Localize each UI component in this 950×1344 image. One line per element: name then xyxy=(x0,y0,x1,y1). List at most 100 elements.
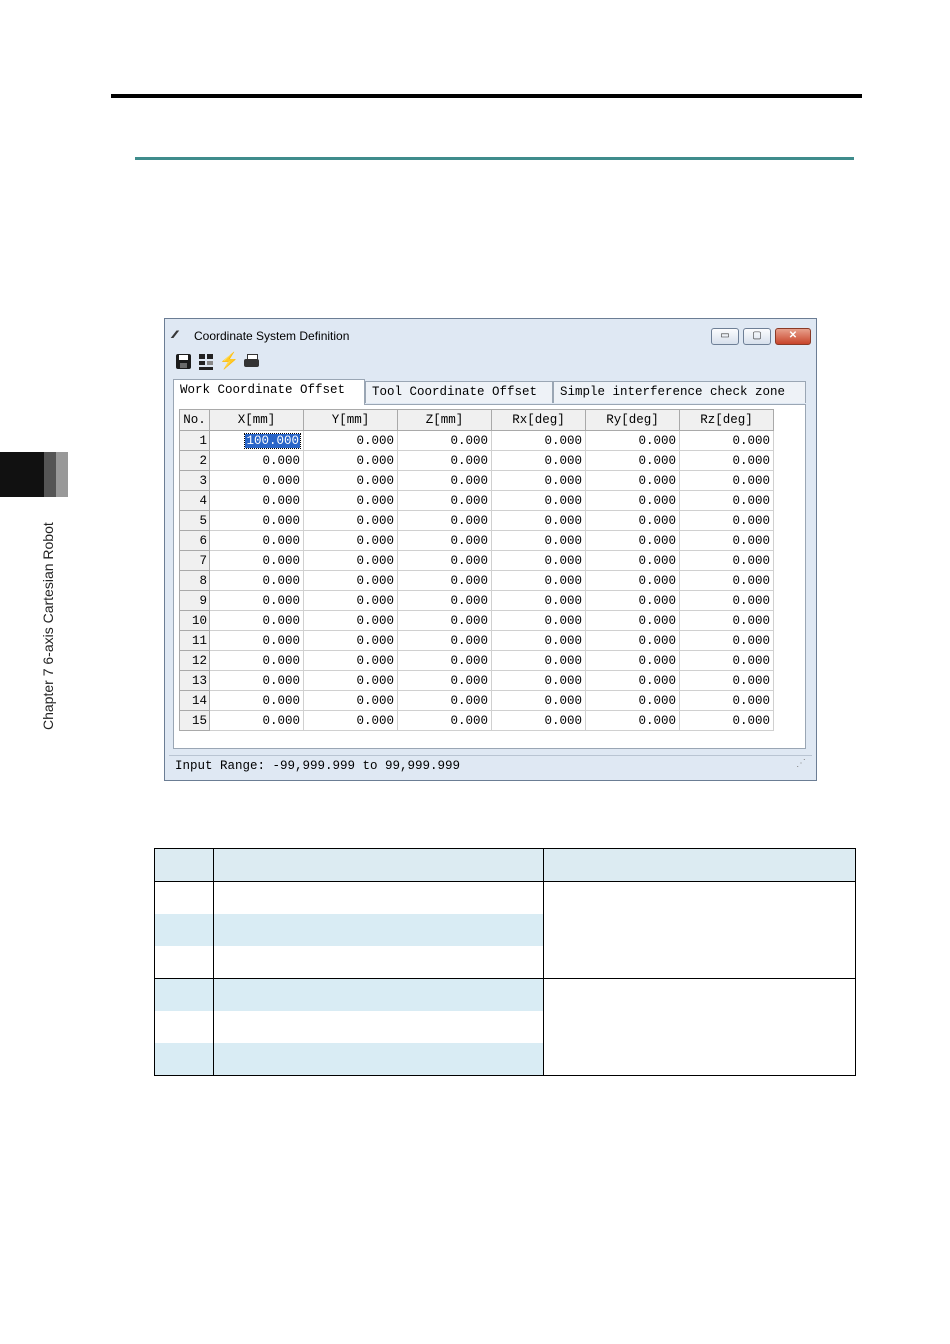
table-row[interactable]: 15 0.000 0.000 0.000 0.000 0.000 0.000 xyxy=(179,710,774,731)
grid-cell[interactable]: 0.000 xyxy=(209,690,304,711)
row-number[interactable]: 14 xyxy=(179,690,210,711)
save-icon[interactable] xyxy=(175,353,193,371)
grid-cell[interactable]: 0.000 xyxy=(491,690,586,711)
grid-cell[interactable]: 0.000 xyxy=(679,590,774,611)
row-number[interactable]: 12 xyxy=(179,650,210,671)
close-button[interactable]: ✕ xyxy=(775,328,811,345)
lightning-icon[interactable]: ⚡ xyxy=(219,353,239,371)
tab-work-coordinate-offset[interactable]: Work Coordinate Offset xyxy=(173,379,365,405)
grid-cell[interactable]: 0.000 xyxy=(491,670,586,691)
grid-cell[interactable]: 0.000 xyxy=(491,490,586,511)
grid-cell[interactable]: 0.000 xyxy=(303,430,398,451)
title-bar[interactable]: ⁄⁄⁄ Coordinate System Definition ▭ ▢ ✕ xyxy=(165,319,816,349)
grid-cell[interactable]: 0.000 xyxy=(491,430,586,451)
grid-cell[interactable]: 0.000 xyxy=(303,450,398,471)
row-number[interactable]: 6 xyxy=(179,530,210,551)
grid-cell[interactable]: 0.000 xyxy=(679,470,774,491)
grid-cell[interactable]: 0.000 xyxy=(209,550,304,571)
grid-cell[interactable]: 0.000 xyxy=(303,470,398,491)
table-row[interactable]: 3 0.000 0.000 0.000 0.000 0.000 0.000 xyxy=(179,470,774,491)
grid-cell[interactable]: 0.000 xyxy=(491,710,586,731)
table-row[interactable]: 10 0.000 0.000 0.000 0.000 0.000 0.000 xyxy=(179,610,774,631)
grid-cell[interactable]: 0.000 xyxy=(209,570,304,591)
grid-cell[interactable]: 0.000 xyxy=(679,610,774,631)
grid-cell[interactable]: 0.000 xyxy=(209,630,304,651)
grid-cell[interactable]: 0.000 xyxy=(303,690,398,711)
row-number[interactable]: 8 xyxy=(179,570,210,591)
grid-cell[interactable]: 0.000 xyxy=(303,490,398,511)
grid-cell[interactable]: 0.000 xyxy=(491,570,586,591)
row-number[interactable]: 13 xyxy=(179,670,210,691)
grid-cell[interactable]: 0.000 xyxy=(397,650,492,671)
row-number[interactable]: 2 xyxy=(179,450,210,471)
grid-cell[interactable]: 0.000 xyxy=(303,530,398,551)
grid-cell[interactable]: 0.000 xyxy=(397,590,492,611)
grid-cell[interactable]: 0.000 xyxy=(209,490,304,511)
grid-cell[interactable]: 0.000 xyxy=(303,630,398,651)
grid-cell[interactable]: 0.000 xyxy=(491,650,586,671)
table-row[interactable]: 1 100.000 0.000 0.000 0.000 0.000 0.000 xyxy=(179,430,774,451)
grid-cell[interactable]: 0.000 xyxy=(679,670,774,691)
grid-cell[interactable]: 0.000 xyxy=(303,510,398,531)
grid-cell[interactable]: 0.000 xyxy=(679,530,774,551)
grid-cell[interactable]: 0.000 xyxy=(209,650,304,671)
row-number[interactable]: 15 xyxy=(179,710,210,731)
table-row[interactable]: 5 0.000 0.000 0.000 0.000 0.000 0.000 xyxy=(179,510,774,531)
grid-cell[interactable]: 0.000 xyxy=(209,450,304,471)
grid-cell[interactable]: 0.000 xyxy=(491,450,586,471)
grid-export-icon[interactable] xyxy=(197,353,215,371)
grid-cell[interactable]: 0.000 xyxy=(397,610,492,631)
grid-cell[interactable]: 0.000 xyxy=(209,530,304,551)
grid-cell[interactable]: 0.000 xyxy=(209,510,304,531)
print-icon[interactable] xyxy=(243,353,261,371)
table-row[interactable]: 2 0.000 0.000 0.000 0.000 0.000 0.000 xyxy=(179,450,774,471)
grid-cell[interactable]: 0.000 xyxy=(209,670,304,691)
grid-cell[interactable]: 0.000 xyxy=(585,670,680,691)
grid-cell[interactable]: 0.000 xyxy=(679,490,774,511)
resize-grip-icon[interactable]: ⋰ xyxy=(796,755,806,775)
grid-cell[interactable]: 0.000 xyxy=(397,510,492,531)
row-number[interactable]: 3 xyxy=(179,470,210,491)
table-row[interactable]: 8 0.000 0.000 0.000 0.000 0.000 0.000 xyxy=(179,570,774,591)
grid-cell[interactable]: 0.000 xyxy=(585,630,680,651)
grid-cell[interactable]: 0.000 xyxy=(303,610,398,631)
grid-cell[interactable]: 0.000 xyxy=(585,590,680,611)
grid-cell[interactable]: 0.000 xyxy=(397,570,492,591)
grid-cell[interactable]: 0.000 xyxy=(491,550,586,571)
grid-cell[interactable]: 0.000 xyxy=(585,530,680,551)
grid-cell[interactable]: 0.000 xyxy=(679,510,774,531)
grid-cell[interactable]: 0.000 xyxy=(397,630,492,651)
grid-cell[interactable]: 0.000 xyxy=(679,690,774,711)
grid-cell[interactable]: 0.000 xyxy=(397,690,492,711)
grid-cell[interactable]: 0.000 xyxy=(209,710,304,731)
grid-cell[interactable]: 0.000 xyxy=(585,430,680,451)
grid-cell[interactable]: 0.000 xyxy=(585,690,680,711)
row-number[interactable]: 1 xyxy=(179,430,210,451)
grid-cell[interactable]: 0.000 xyxy=(397,530,492,551)
grid-cell[interactable]: 0.000 xyxy=(491,470,586,491)
grid-cell[interactable]: 0.000 xyxy=(397,670,492,691)
grid-cell[interactable]: 0.000 xyxy=(209,610,304,631)
grid-cell[interactable]: 0.000 xyxy=(303,550,398,571)
grid-cell[interactable]: 0.000 xyxy=(585,550,680,571)
grid-cell[interactable]: 0.000 xyxy=(209,470,304,491)
grid-cell[interactable]: 0.000 xyxy=(491,610,586,631)
grid-cell[interactable]: 0.000 xyxy=(679,710,774,731)
table-row[interactable]: 13 0.000 0.000 0.000 0.000 0.000 0.000 xyxy=(179,670,774,691)
grid-cell[interactable]: 0.000 xyxy=(585,450,680,471)
row-number[interactable]: 11 xyxy=(179,630,210,651)
table-row[interactable]: 14 0.000 0.000 0.000 0.000 0.000 0.000 xyxy=(179,690,774,711)
row-number[interactable]: 5 xyxy=(179,510,210,531)
grid-cell[interactable]: 0.000 xyxy=(585,490,680,511)
grid-cell[interactable]: 0.000 xyxy=(585,610,680,631)
grid-cell[interactable]: 0.000 xyxy=(303,570,398,591)
grid-cell[interactable]: 0.000 xyxy=(491,630,586,651)
grid-cell[interactable]: 0.000 xyxy=(303,590,398,611)
grid-cell[interactable]: 0.000 xyxy=(679,430,774,451)
grid-cell[interactable]: 0.000 xyxy=(491,530,586,551)
table-row[interactable]: 12 0.000 0.000 0.000 0.000 0.000 0.000 xyxy=(179,650,774,671)
grid-cell[interactable]: 0.000 xyxy=(585,650,680,671)
grid-cell[interactable]: 0.000 xyxy=(397,550,492,571)
grid-cell[interactable]: 0.000 xyxy=(679,570,774,591)
grid-cell[interactable]: 0.000 xyxy=(303,650,398,671)
